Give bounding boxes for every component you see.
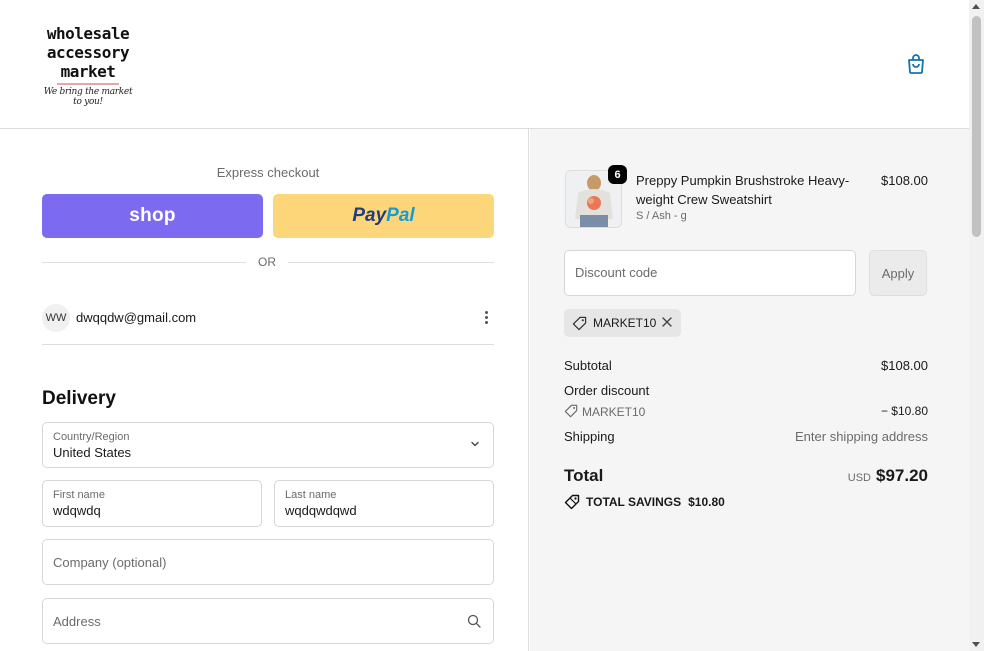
total-savings-row: TOTAL SAVINGS $10.80 — [564, 494, 928, 510]
company-field[interactable]: Company (optional) — [42, 539, 494, 585]
subtotal-value: $108.00 — [881, 358, 928, 373]
total-label: Total — [564, 466, 604, 485]
remove-discount-icon[interactable] — [661, 316, 673, 328]
shipping-row: Shipping Enter shipping address — [564, 429, 928, 444]
store-logo[interactable]: wholesale accessory market We bring the … — [40, 24, 136, 107]
apply-discount-button[interactable]: Apply — [869, 250, 927, 296]
scrollbar-thumb[interactable] — [972, 16, 981, 237]
search-icon — [467, 614, 481, 628]
total-currency: USD — [847, 472, 871, 484]
order-discount-code-row: MARKET10 − $10.80 — [564, 404, 928, 419]
total-value-wrap: USD $97.20 — [848, 466, 928, 486]
divider-line-right — [288, 262, 494, 263]
savings-label: TOTAL SAVINGS — [586, 495, 682, 509]
order-summary-column: 6 Preppy Pumpkin Brushstroke Heavy-weigh… — [530, 129, 969, 651]
checkout-form-column: Express checkout shop Pay Pal OR WW dwqqd… — [0, 129, 529, 651]
more-options-icon[interactable] — [480, 308, 492, 326]
last-name-value: wqdqwdqwd — [285, 503, 357, 518]
quantity-badge: 6 — [608, 165, 627, 184]
savings-tag-icon — [564, 494, 580, 510]
last-name-label: Last name — [285, 489, 337, 501]
shipping-label: Shipping — [564, 429, 615, 444]
account-row: WW dwqqdw@gmail.com — [42, 302, 494, 345]
logo-tagline: We bring the market to you! — [43, 87, 133, 107]
product-variant: S / Ash - g — [636, 210, 687, 222]
country-label: Country/Region — [53, 431, 130, 443]
order-discount-value: − $10.80 — [880, 404, 928, 418]
tag-icon — [572, 316, 587, 330]
site-header: wholesale accessory market We bring the … — [0, 0, 969, 129]
address-field[interactable]: Address — [42, 598, 494, 644]
shop-pay-button[interactable]: shop — [42, 194, 263, 238]
order-discount-label: Order discount — [564, 383, 650, 398]
paypal-button[interactable]: Pay Pal — [273, 194, 494, 238]
shipping-value: Enter shipping address — [795, 429, 928, 444]
order-discount-row: Order discount — [564, 383, 928, 398]
total-value: $97.20 — [876, 466, 928, 485]
tag-icon — [564, 404, 578, 418]
or-divider: OR — [42, 255, 494, 269]
discount-code-input[interactable] — [575, 265, 835, 280]
total-row: Total USD $97.20 — [564, 466, 928, 486]
applied-discount-chip: MARKET10 — [564, 309, 681, 337]
company-placeholder: Company (optional) — [53, 555, 167, 570]
scroll-down-arrow-icon[interactable] — [972, 642, 980, 647]
discount-code-field[interactable] — [564, 250, 856, 296]
logo-line-2: accessory — [46, 43, 130, 62]
first-name-value: wdqwdq — [53, 503, 101, 518]
subtotal-row: Subtotal $108.00 — [564, 358, 928, 373]
first-name-label: First name — [53, 489, 105, 501]
logo-line-1: wholesale — [46, 24, 130, 43]
order-discount-code: MARKET10 — [582, 405, 646, 419]
paypal-pay-text: Pay — [352, 205, 387, 226]
country-value: United States — [53, 445, 132, 460]
subtotal-label: Subtotal — [564, 358, 612, 373]
divider-line-left — [42, 262, 246, 263]
product-price: $108.00 — [881, 173, 928, 188]
chevron-down-icon — [471, 441, 479, 447]
or-label: OR — [258, 255, 276, 269]
page-scrollbar[interactable] — [969, 0, 984, 651]
applied-discount-code: MARKET10 — [593, 316, 657, 330]
logo-line-3: market — [60, 62, 116, 81]
avatar: WW — [42, 304, 70, 332]
last-name-field[interactable]: Last name wqdqwdqwd — [274, 480, 494, 527]
logo-underline — [57, 83, 119, 85]
country-select[interactable]: Country/Region United States — [42, 422, 494, 468]
address-placeholder: Address — [53, 614, 101, 629]
delivery-heading: Delivery — [42, 388, 116, 409]
express-checkout-label: Express checkout — [216, 165, 320, 180]
product-name: Preppy Pumpkin Brushstroke Heavy-weight … — [636, 173, 850, 207]
savings-value: $10.80 — [688, 495, 725, 509]
paypal-pal-text: Pal — [386, 205, 415, 226]
first-name-field[interactable]: First name wdqwdq — [42, 480, 262, 527]
scroll-up-arrow-icon[interactable] — [972, 4, 980, 9]
account-email: dwqqdw@gmail.com — [76, 310, 197, 325]
shopping-bag-icon[interactable] — [905, 53, 927, 75]
